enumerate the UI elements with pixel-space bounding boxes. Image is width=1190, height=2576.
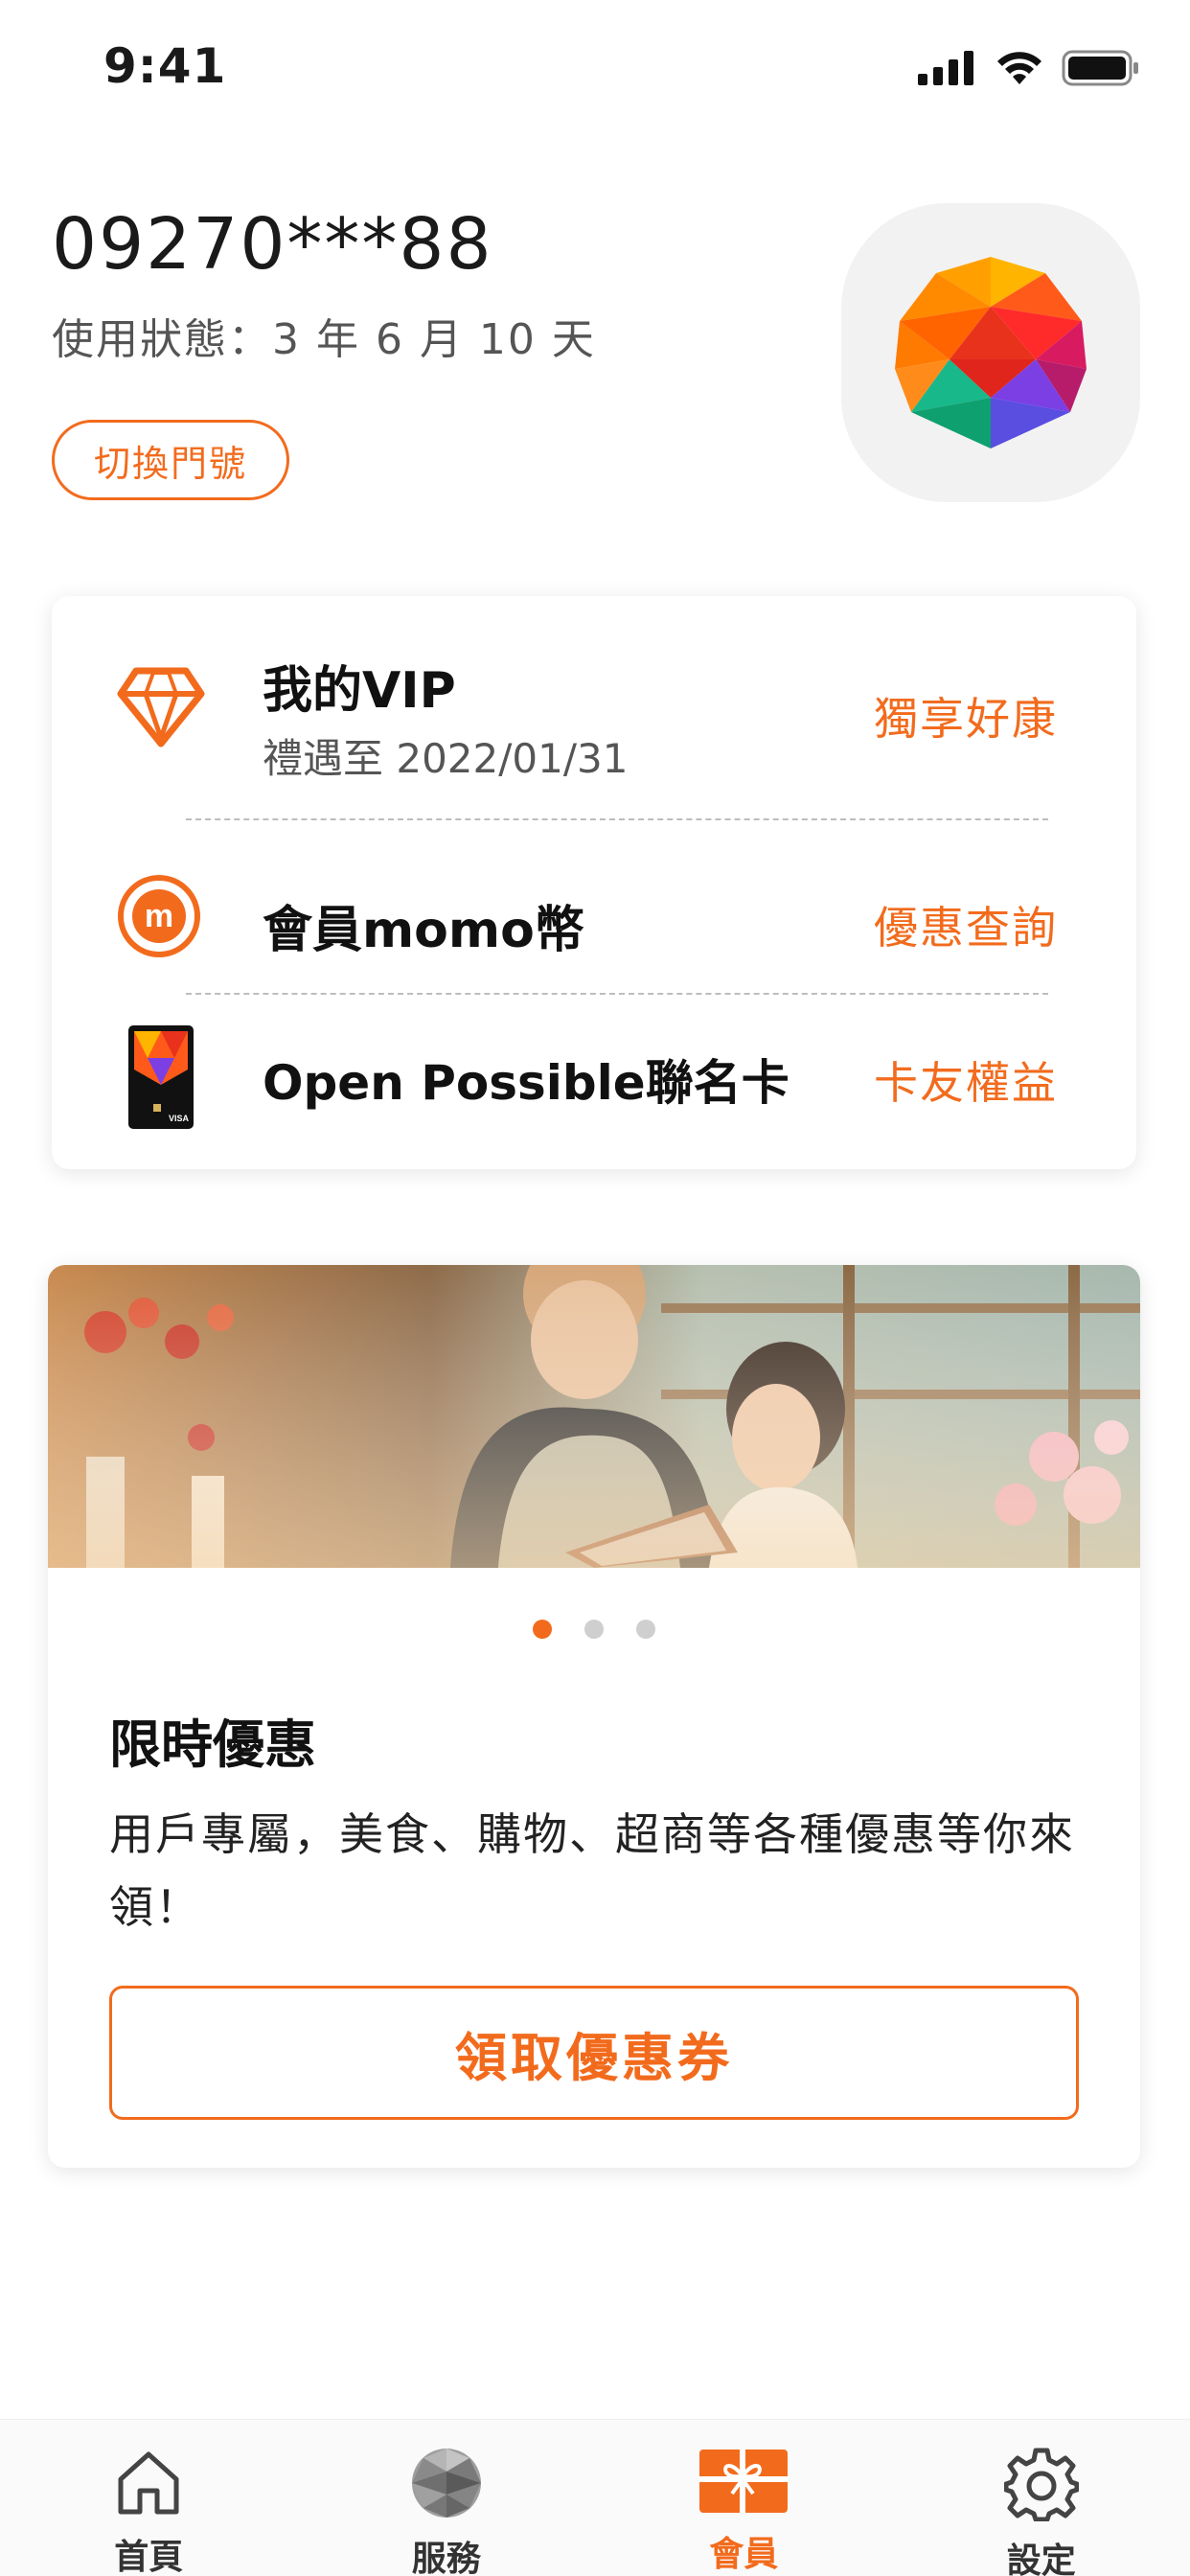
status-icons <box>918 50 1140 86</box>
credit-card-action-link[interactable]: 卡友權益 <box>874 1048 1058 1112</box>
switch-number-button[interactable]: 切換門號 <box>52 420 289 500</box>
carousel-dot[interactable] <box>636 1620 655 1639</box>
promo-card: 限時優惠 用戶專屬，美食、購物、超商等各種優惠等你來領！ 領取優惠券 <box>48 1265 1140 2168</box>
momo-coin-title: 會員momo幣 <box>263 902 584 959</box>
membership-card: 我的VIP 禮遇至 2022/01/31 獨享好康 m 會員momo幣 優惠查詢… <box>52 596 1136 1169</box>
promo-description: 用戶專屬，美食、購物、超商等各種優惠等你來領！ <box>109 1808 1075 1933</box>
tab-home-label: 首頁 <box>114 2538 184 2576</box>
diamond-icon <box>117 667 205 748</box>
status-bar: 9:41 <box>0 0 1190 144</box>
tab-member-label: 會員 <box>709 2535 779 2574</box>
carousel-dot[interactable] <box>533 1620 552 1639</box>
vip-row[interactable]: 我的VIP 禮遇至 2022/01/31 獨享好康 <box>52 642 1136 795</box>
gear-icon <box>1003 2448 1079 2521</box>
tab-settings-label: 設定 <box>1006 2542 1076 2576</box>
gem-logo-icon <box>895 257 1087 448</box>
claim-coupon-button[interactable]: 領取優惠券 <box>109 1986 1079 2120</box>
vip-action-link[interactable]: 獨享好康 <box>874 684 1058 748</box>
vip-title: 我的VIP <box>263 662 456 720</box>
avatar[interactable] <box>841 203 1140 502</box>
tab-service[interactable]: 服務 <box>298 2420 596 2576</box>
credit-card-icon: VISA <box>128 1025 194 1129</box>
carousel-dot[interactable] <box>584 1620 604 1639</box>
usage-status: 使用狀態：3 年 6 月 10 天 <box>52 315 596 364</box>
carousel-indicator <box>48 1620 1140 1639</box>
tab-service-label: 服務 <box>411 2540 481 2576</box>
divider <box>186 818 1048 820</box>
vip-subtitle: 禮遇至 2022/01/31 <box>263 735 629 782</box>
promo-title: 限時優惠 <box>109 1714 316 1775</box>
status-time: 9:41 <box>103 38 227 94</box>
wifi-icon <box>997 52 1041 84</box>
promo-banner-image[interactable] <box>48 1265 1140 1568</box>
phone-number: 09270***88 <box>52 203 493 286</box>
signal-icon <box>918 51 973 85</box>
momo-coin-action-link[interactable]: 優惠查詢 <box>874 893 1058 956</box>
tab-member[interactable]: 會員 <box>595 2420 893 2576</box>
credit-card-row[interactable]: VISA Open Possible聯名卡 卡友權益 <box>52 1008 1136 1162</box>
battery-icon <box>1062 50 1138 86</box>
tab-home[interactable]: 首頁 <box>0 2420 298 2576</box>
tab-settings[interactable]: 設定 <box>893 2420 1190 2576</box>
bottom-tab-bar: 首頁 服務 會員 設定 <box>0 2419 1190 2576</box>
momo-coin-icon: m <box>118 875 200 957</box>
svg-text:m: m <box>145 898 173 934</box>
home-icon <box>118 2451 179 2515</box>
divider <box>186 993 1048 995</box>
gift-card-icon <box>699 2449 789 2513</box>
credit-card-title: Open Possible聯名卡 <box>263 1055 790 1111</box>
svg-text:VISA: VISA <box>169 1114 190 1123</box>
service-gem-icon <box>411 2449 481 2518</box>
momo-coin-row[interactable]: m 會員momo幣 優惠查詢 <box>52 845 1136 989</box>
